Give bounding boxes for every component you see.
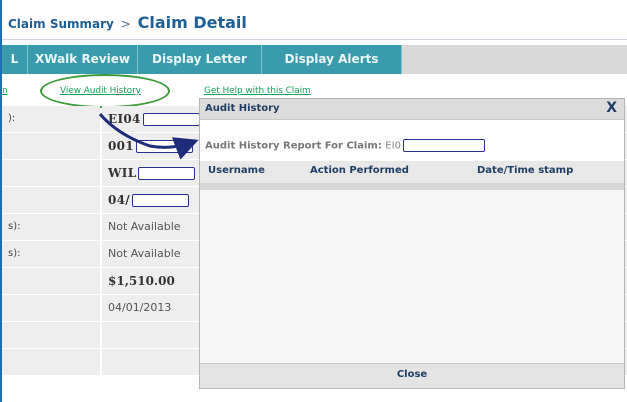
redaction-box xyxy=(402,139,485,152)
dialog-title-bar[interactable]: Audit History X xyxy=(200,99,624,120)
dialog-footer: Close xyxy=(200,363,624,388)
row-label: s): xyxy=(8,221,21,232)
partial-link[interactable]: n xyxy=(2,86,8,96)
audit-history-dialog: Audit History X Audit History Report For… xyxy=(199,98,625,389)
row-value: 04/01/2013 xyxy=(108,301,172,314)
breadcrumb-separator: > xyxy=(120,17,131,31)
column-date-time-stamp[interactable]: Date/Time stamp xyxy=(477,165,573,176)
audit-table-body xyxy=(200,190,624,365)
redaction-box xyxy=(131,194,189,207)
tab-display-letter[interactable]: Display Letter xyxy=(138,45,262,74)
audit-table-subheader xyxy=(200,183,624,190)
tab-display-alerts[interactable]: Display Alerts xyxy=(262,45,402,74)
row-label: ): xyxy=(8,113,16,124)
tab-bar: L XWalk Review Display Letter Display Al… xyxy=(2,45,627,74)
close-button[interactable]: Close xyxy=(397,369,427,380)
breadcrumb: Claim Summary > Claim Detail xyxy=(2,0,627,40)
get-help-link[interactable]: Get Help with this Claim xyxy=(204,86,311,96)
report-label: Audit History Report For Claim: xyxy=(205,140,382,152)
redaction-box xyxy=(138,167,196,180)
breadcrumb-parent[interactable]: Claim Summary xyxy=(8,17,114,31)
row-value: EI043 xyxy=(108,112,208,126)
row-value: $1,510.00 xyxy=(108,274,175,288)
redaction-box xyxy=(135,140,193,153)
column-username[interactable]: Username xyxy=(208,165,265,176)
page-title: Claim Detail xyxy=(137,13,247,32)
dialog-title: Audit History xyxy=(205,103,280,114)
row-value: 001 xyxy=(108,139,193,153)
row-label: s): xyxy=(8,248,21,259)
tab-xwalk-review[interactable]: XWalk Review xyxy=(28,45,138,74)
row-value: Not Available xyxy=(108,220,181,233)
column-action-performed[interactable]: Action Performed xyxy=(310,165,409,176)
redaction-box xyxy=(142,113,200,126)
annotation-oval xyxy=(40,74,170,108)
report-heading: Audit History Report For Claim: EI0 xyxy=(205,139,485,152)
audit-table-header: Username Action Performed Date/Time stam… xyxy=(200,161,624,184)
row-value: Not Available xyxy=(108,247,181,260)
row-value: WIL xyxy=(108,166,196,180)
tab-partial[interactable]: L xyxy=(2,45,28,74)
close-icon[interactable]: X xyxy=(606,100,617,116)
report-claim-id: EI0 xyxy=(385,140,401,152)
row-value: 04/ xyxy=(108,193,189,207)
